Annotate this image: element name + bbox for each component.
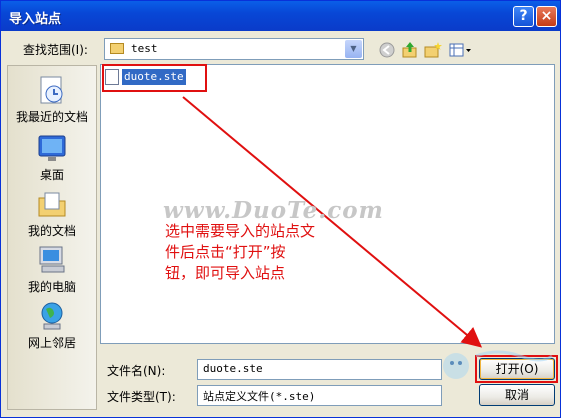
file-type-label: 文件类型(T): — [107, 390, 176, 404]
import-site-dialog: 导入站点 ? × 查找范围(I): test ▼ 我最近的文档 桌面 我的文档 … — [0, 0, 561, 418]
file-type-value: 站点定义文件(*.ste) — [203, 390, 316, 403]
file-name-label: 文件名(N): — [107, 364, 166, 378]
file-name-field[interactable]: duote.ste — [197, 359, 442, 380]
watermark-text: www.DuoTe.com — [163, 197, 384, 224]
annotation-line: 件后点击“打开”按 — [165, 243, 286, 261]
annotation-line: 选中需要导入的站点文 — [165, 222, 316, 240]
annotation-text: 选中需要导入的站点文 件后点击“打开”按 钮，即可导入站点 — [165, 221, 425, 284]
file-type-dropdown[interactable]: 站点定义文件(*.ste) — [197, 385, 442, 406]
file-name-value: duote.ste — [203, 362, 263, 375]
duote-logo-watermark — [443, 350, 553, 379]
annotation-line: 钮，即可导入站点 — [165, 264, 286, 282]
